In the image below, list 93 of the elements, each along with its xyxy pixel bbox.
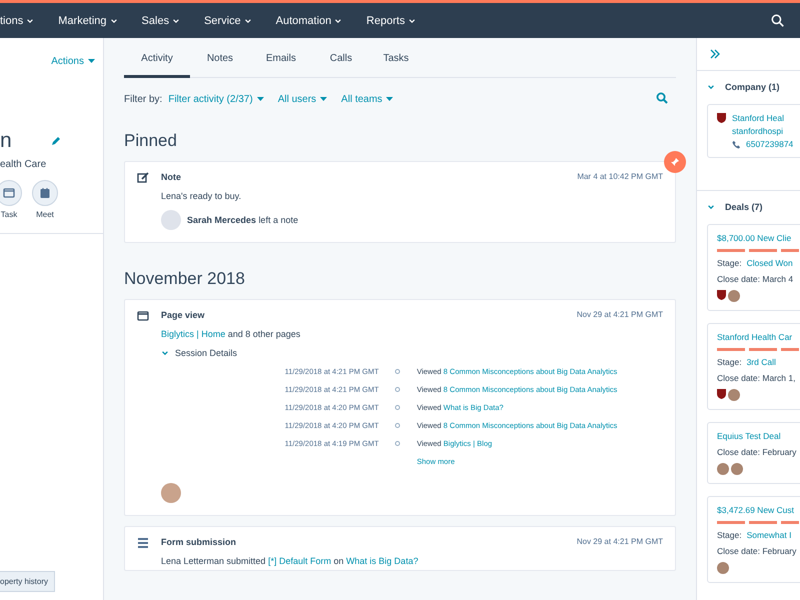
tab[interactable]: Notes xyxy=(190,38,250,78)
avatar-placeholder xyxy=(728,389,740,401)
form-link[interactable]: [*] Default Form xyxy=(268,556,332,566)
caret-icon xyxy=(110,16,118,24)
actions-dropdown[interactable]: Actions xyxy=(51,56,95,67)
quick-action-label: Meet xyxy=(36,210,54,219)
pencil-icon[interactable] xyxy=(50,135,62,147)
close-date: Close date: February xyxy=(717,447,798,457)
shield-logo-icon xyxy=(717,113,726,123)
close-date: Close date: March 4 xyxy=(717,274,794,284)
deal-name-link[interactable]: Equius Test Deal xyxy=(717,431,800,441)
caret-icon xyxy=(334,16,342,24)
stage-label: Stage: xyxy=(717,530,742,540)
activity-type: Page view xyxy=(161,310,205,320)
nav-menu-item[interactable]: Sales xyxy=(142,14,180,26)
deals-section-toggle[interactable]: Deals (7) xyxy=(697,202,763,212)
edit-note-icon xyxy=(137,172,149,184)
page-link[interactable]: What is Big Data? xyxy=(346,556,418,566)
activity-date: Nov 29 at 4:21 PM GMT xyxy=(576,310,663,320)
filter-dropdown[interactable]: Filter activity (2/37) xyxy=(168,94,264,105)
contact-company: ealth Care xyxy=(0,159,48,170)
form-icon xyxy=(137,537,149,549)
caret-icon xyxy=(26,16,34,24)
filter-label: Filter by: xyxy=(124,94,162,105)
deal-name-link[interactable]: $3,472.69 New Cust xyxy=(717,505,800,515)
tab[interactable]: Calls xyxy=(312,38,370,78)
filter-dropdown[interactable]: All users xyxy=(278,94,328,105)
quick-action-button[interactable] xyxy=(0,180,22,206)
tab[interactable]: Emails xyxy=(250,38,312,78)
caret-icon xyxy=(408,16,416,24)
note-body: Lena's ready to buy. xyxy=(161,191,242,201)
company-domain-link[interactable]: stanfordhospi xyxy=(732,126,794,136)
nav-menu-item[interactable]: Automation xyxy=(276,14,342,26)
double-chevron-icon xyxy=(709,48,721,60)
stage-dropdown[interactable]: Somewhat I xyxy=(746,530,792,540)
nav-menu-item[interactable]: Marketing xyxy=(58,14,118,26)
tab[interactable]: Activity xyxy=(124,38,190,78)
property-history-button[interactable]: operty history xyxy=(0,571,56,592)
timeline-node xyxy=(395,387,400,392)
deal-name-link[interactable]: $8,700.00 New Clie xyxy=(717,233,800,243)
close-date: Close date: March 1, xyxy=(717,373,796,383)
stage-label: Stage: xyxy=(717,357,742,367)
quick-action-label: Task xyxy=(0,210,18,219)
contact-name: n xyxy=(0,129,12,153)
stage-label: Stage: xyxy=(717,258,742,268)
section-heading: November 2018 xyxy=(124,269,246,289)
search-icon[interactable] xyxy=(771,14,784,27)
section-heading: Pinned xyxy=(124,131,178,151)
caret-icon xyxy=(88,59,95,64)
avatar-placeholder xyxy=(717,463,729,475)
shield-logo-icon xyxy=(717,389,726,399)
page-link[interactable]: Biglytics | Home xyxy=(161,329,226,339)
avatar-placeholder xyxy=(731,463,743,475)
activity-type: Note xyxy=(161,172,181,182)
avatar-placeholder xyxy=(728,290,740,302)
company-section-toggle[interactable]: Company (1) xyxy=(697,82,780,92)
close-date: Close date: February xyxy=(717,546,798,556)
caret-icon xyxy=(172,16,180,24)
form-summary: Lena Letterman submitted [*] Default Form on What is Big Data? xyxy=(161,556,420,566)
caret-icon xyxy=(256,97,264,102)
company-name-link[interactable]: Stanford Heal xyxy=(732,113,794,123)
caret-icon xyxy=(244,16,252,24)
activity-date: Nov 29 at 4:21 PM GMT xyxy=(576,537,663,547)
page-view-summary: Biglytics | Home and 8 other pages xyxy=(161,329,302,339)
timeline-node xyxy=(395,441,400,446)
filter-dropdown[interactable]: All teams xyxy=(341,94,394,105)
timeline-node xyxy=(395,423,400,428)
browser-window-icon xyxy=(137,310,149,322)
caret-icon xyxy=(320,97,328,102)
session-details-toggle[interactable]: Session Details xyxy=(161,348,238,358)
avatar-placeholder xyxy=(161,210,181,230)
timeline-node xyxy=(395,405,400,410)
nav-menu-item[interactable]: tions xyxy=(0,14,34,26)
calendar-icon xyxy=(39,187,51,199)
activity-date: Mar 4 at 10:42 PM GMT xyxy=(577,172,663,182)
pin-icon[interactable] xyxy=(664,151,686,173)
avatar-placeholder xyxy=(717,562,729,574)
avatar-placeholder xyxy=(161,483,181,503)
timeline-node xyxy=(395,369,400,374)
tab[interactable]: Tasks xyxy=(370,38,422,78)
phone-link[interactable]: 6507239874 xyxy=(746,139,794,149)
caret-icon xyxy=(386,97,394,102)
nav-menu-item[interactable]: Reports xyxy=(366,14,416,26)
stage-dropdown[interactable]: 3rd Call xyxy=(746,357,776,367)
stage-dropdown[interactable]: Closed Won xyxy=(746,258,793,268)
activity-type: Form submission xyxy=(161,537,236,547)
window-icon xyxy=(3,187,15,199)
deal-name-link[interactable]: Stanford Health Car xyxy=(717,332,800,342)
note-author: Sarah Mercedes left a note xyxy=(187,215,298,225)
quick-action-button[interactable] xyxy=(32,180,58,206)
nav-menu-item[interactable]: Service xyxy=(204,14,252,26)
shield-logo-icon xyxy=(717,290,726,300)
phone-icon xyxy=(732,140,741,148)
